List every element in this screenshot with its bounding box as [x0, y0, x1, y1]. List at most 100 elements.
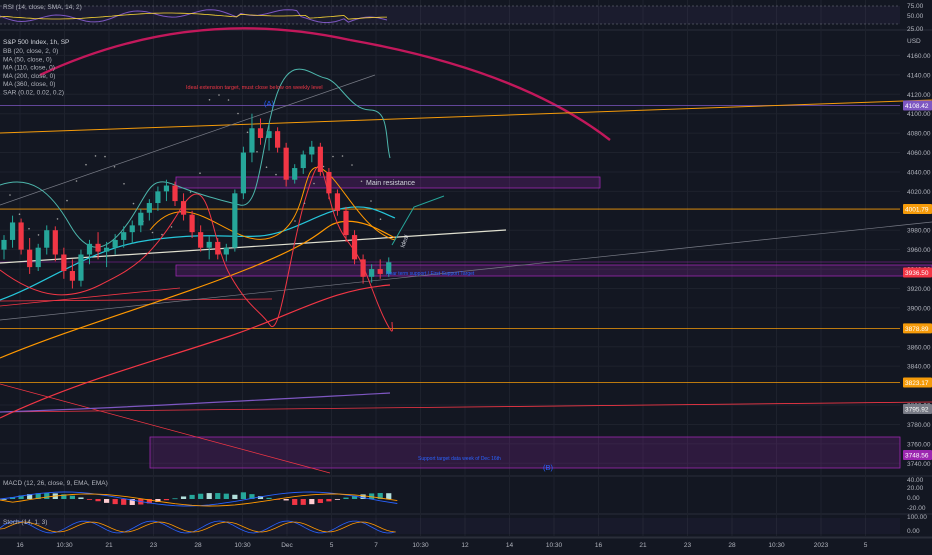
rsi-band [0, 6, 900, 24]
macd-histogram-bar [104, 499, 110, 503]
price-label-text: 3795.92 [905, 406, 929, 413]
sar-dot [170, 226, 173, 228]
sar-dot [18, 213, 21, 215]
annotation-near-term-support: Near term support / First Support Target [386, 271, 475, 277]
rsi-tick-label: 25.00 [907, 26, 924, 33]
price-tick-label: 4100.00 [907, 111, 931, 118]
macd-label: MACD (12, 26, close, 9, EMA, EMA) [3, 480, 108, 487]
price-label-text: 4108.42 [905, 103, 929, 110]
price-tick-label: 4160.00 [907, 53, 931, 60]
candle-body [249, 128, 255, 153]
price-tick-label: 3920.00 [907, 286, 931, 293]
price-label-text: 3936.50 [905, 270, 929, 277]
price-tick-label: 4060.00 [907, 150, 931, 157]
sar-dot [303, 202, 306, 205]
sar-dot [104, 155, 106, 158]
macd-histogram-bar [386, 493, 392, 499]
sar-dot [246, 131, 249, 134]
macd-histogram-bar [300, 499, 306, 505]
sar-dot [351, 164, 353, 166]
sar-dot [256, 151, 258, 153]
sar-dot [28, 227, 30, 230]
time-tick-label: 5 [330, 542, 334, 549]
stoch-label: Stoch (14, 1, 3) [3, 519, 47, 526]
candle-body [223, 247, 229, 255]
price-tick-label: 3760.00 [907, 441, 931, 448]
price-tick-label: 4120.00 [907, 92, 931, 99]
time-tick-label: 7 [374, 542, 378, 549]
indicator-label: BB (20, close, 2, 0) [3, 48, 58, 55]
price-label-text: 3823.17 [905, 380, 929, 387]
candle-body [9, 222, 16, 240]
candle-body [292, 168, 298, 180]
time-tick-label: 10:30 [56, 542, 73, 549]
time-tick-label: 16 [16, 542, 24, 549]
indicator-label: MA (110, close, 0) [3, 65, 55, 72]
sar-dot [275, 173, 277, 176]
candle-body [86, 243, 93, 255]
candle-body [112, 239, 118, 248]
sar-dot [379, 218, 382, 220]
time-tick-label: 21 [639, 542, 647, 549]
candle-body [232, 193, 238, 248]
sar-dot [199, 172, 201, 174]
indicator-label: MA (50, close, 0) [3, 56, 52, 63]
candle-body [52, 230, 58, 255]
candle-body [266, 131, 272, 138]
candle-body [121, 232, 127, 240]
price-label-text: 3878.89 [905, 326, 929, 333]
support-target-zone [149, 436, 901, 469]
macd-histogram-bar [44, 493, 50, 499]
sar-dot [113, 166, 116, 168]
candle-body [172, 185, 178, 202]
price-tick-label: 3960.00 [907, 247, 931, 254]
candle-body [300, 154, 306, 169]
sar-dot [189, 191, 192, 193]
price-axis: USD 4160.00 4140.00 4120.00 4100.00 4080.00 40… [903, 38, 932, 468]
sar-dot [94, 155, 97, 157]
annotation-support-target: Support target data week of Dec 16th [418, 456, 501, 462]
chart-root: RSI (14, close, SMA, 14, 2) Ideal extensi… [0, 0, 932, 550]
candle-body [78, 254, 84, 281]
macd-histogram-bar [215, 493, 221, 499]
time-tick-label: 28 [728, 542, 736, 549]
tradingview-chart[interactable]: RSI (14, close, SMA, 14, 2) Ideal extensi… [0, 0, 932, 550]
candle-body [206, 241, 212, 248]
annotation-wave-b: (B) [543, 463, 554, 472]
rsi-tick-label: 75.00 [907, 3, 924, 10]
sar-dot [360, 180, 363, 183]
sar-dot [370, 200, 372, 202]
sar-dot [85, 163, 87, 166]
rsi-tick-label: 50.00 [907, 13, 924, 20]
sar-dot [151, 231, 154, 234]
sar-dot [313, 182, 315, 185]
time-tick-label: 10:30 [234, 542, 251, 549]
sar-dot [208, 99, 211, 101]
symbol-label: S&P 500 Index, 1h, SP [3, 39, 69, 46]
macd-histogram-bar [189, 494, 195, 499]
time-tick-label: 10:30 [546, 542, 563, 549]
candle-body [180, 201, 187, 215]
macd-histogram-bar [198, 493, 204, 499]
candle-body [215, 241, 221, 255]
candle-body [369, 269, 375, 277]
macd-histogram-bar [326, 499, 332, 502]
time-tick-label: 23 [150, 542, 158, 549]
sar-dot [9, 194, 11, 196]
price-tick-label: 3740.00 [907, 461, 931, 468]
macd-histogram-bar [86, 499, 93, 500]
time-tick-label: 28 [194, 542, 202, 549]
annotation-wave-a: (A) [264, 99, 275, 108]
candle-body [257, 128, 264, 138]
time-tick-label: 10:30 [768, 542, 785, 549]
price-tick-label: 3980.00 [907, 228, 931, 235]
price-tick-label: 3840.00 [907, 364, 931, 371]
sar-dot [123, 183, 125, 185]
sar-dot [218, 94, 220, 96]
candle-body [360, 259, 366, 277]
macd-histogram-bar [69, 495, 75, 499]
price-tick-label: 4140.00 [907, 72, 931, 79]
price-tick-label: 4080.00 [907, 131, 931, 138]
time-tick-label: 21 [105, 542, 113, 549]
candle-body [326, 171, 332, 194]
